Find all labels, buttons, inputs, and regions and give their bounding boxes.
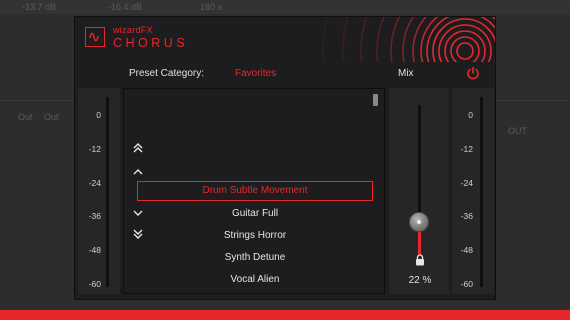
host-label: Out: [44, 112, 59, 122]
brand-subtitle: wizardFX: [113, 25, 153, 35]
mix-label: Mix: [398, 68, 414, 79]
input-scale-label: -12: [88, 144, 101, 154]
preset-category-dropdown[interactable]: Favorites: [235, 68, 276, 79]
host-label: OUT: [508, 126, 527, 136]
ripple-rings-graphic: [322, 17, 495, 62]
input-scale-label: -36: [88, 211, 101, 221]
preset-item[interactable]: Vocal Alien: [137, 270, 373, 290]
input-scale-label: -48: [88, 245, 101, 255]
input-scale-label: -60: [88, 279, 101, 289]
lock-icon[interactable]: [415, 254, 425, 266]
previous-chevron-up-icon[interactable]: [131, 165, 145, 179]
chorus-plugin-window: wizardFX CHORUS Preset Category: Favorit…: [74, 16, 496, 300]
host-readout: -13.7 dB: [22, 2, 57, 12]
input-meter-track: [106, 97, 109, 287]
mix-value-readout: 22 %: [408, 275, 432, 286]
input-scale-label: 0: [96, 110, 101, 120]
host-top-strip: [0, 0, 570, 14]
mix-slider-fill: [418, 232, 421, 255]
host-accent-bar: [0, 310, 570, 320]
output-scale-label: -36: [460, 211, 473, 221]
host-label: Out: [18, 112, 33, 122]
host-divider: [496, 100, 570, 101]
output-scale-label: -12: [460, 144, 473, 154]
power-icon[interactable]: [466, 66, 480, 80]
plugin-header: wizardFX CHORUS: [75, 17, 495, 62]
host-divider: [0, 100, 74, 101]
preset-item[interactable]: Guitar Full: [137, 204, 373, 224]
preset-item[interactable]: Strings Horror: [137, 226, 373, 246]
knob-indicator: [417, 220, 421, 224]
preset-list-scrollbar[interactable]: [373, 94, 378, 106]
output-scale-label: -48: [460, 245, 473, 255]
wave-logo-icon: [85, 27, 105, 47]
output-scale-label: -24: [460, 178, 473, 188]
preset-item-selected[interactable]: Drum Subtle Movement: [137, 181, 373, 201]
plugin-title: CHORUS: [113, 36, 189, 50]
output-scale-label: 0: [468, 110, 473, 120]
jump-up-double-chevron-icon[interactable]: [131, 141, 145, 155]
output-scale-label: -60: [460, 279, 473, 289]
host-readout: 180 s: [200, 2, 223, 12]
preset-item[interactable]: Synth Detune: [137, 248, 373, 268]
host-readout: -16.4 dB: [108, 2, 143, 12]
input-scale-label: -24: [88, 178, 101, 188]
output-meter-track: [480, 97, 483, 287]
preset-category-label: Preset Category:: [129, 68, 205, 79]
mix-slider-knob[interactable]: [409, 212, 429, 232]
